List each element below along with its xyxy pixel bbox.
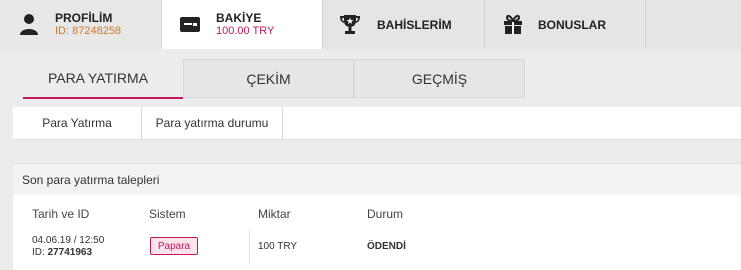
- row-status: ÖDENDİ: [367, 241, 406, 252]
- tab-my-bets-title: BAHİSLERİM: [377, 18, 452, 32]
- account-top-tabs: PROFİLİM ID: 87248258 BAKİYE 100.00 TRY …: [0, 0, 741, 49]
- tab-withdraw[interactable]: ÇEKİM: [183, 59, 354, 98]
- tab-history-label: GEÇMİŞ: [411, 71, 468, 87]
- payment-system-badge: Papara: [150, 237, 198, 255]
- tab-balance[interactable]: BAKİYE 100.00 TRY: [162, 0, 323, 49]
- row-amount: 100 TRY: [258, 241, 298, 252]
- tab-deposit-label: PARA YATIRMA: [47, 70, 149, 86]
- row-id: ID: 27741963: [32, 247, 92, 258]
- wallet-icon: [180, 17, 200, 32]
- tab-profile[interactable]: PROFİLİM ID: 87248258: [0, 0, 162, 48]
- deposit-inner-tabs: Para Yatırma Para yatırma durumu: [13, 107, 741, 140]
- user-icon: [20, 14, 38, 35]
- gift-icon: [504, 14, 522, 34]
- tab-balance-title: BAKİYE: [216, 11, 262, 25]
- balance-amount: 100.00 TRY: [216, 25, 275, 37]
- tab-my-bets[interactable]: BAHİSLERİM: [323, 0, 485, 48]
- recent-deposits-header: Son para yatırma talepleri: [13, 163, 741, 195]
- user-id: ID: 87248258: [55, 25, 122, 37]
- tab-history[interactable]: GEÇMİŞ: [354, 59, 525, 98]
- active-tab-underline: [23, 97, 183, 99]
- trophy-icon: [340, 15, 360, 34]
- column-date-id: Tarih ve ID: [32, 207, 90, 221]
- column-amount: Miktar: [258, 207, 291, 221]
- column-system: Sistem: [149, 207, 186, 221]
- tab-deposit[interactable]: PARA YATIRMA: [13, 59, 183, 99]
- recent-deposits-table: Tarih ve ID Sistem Miktar Durum 04.06.19…: [13, 195, 741, 270]
- tab-deposit-form-label: Para Yatırma: [42, 116, 112, 130]
- tab-profile-title: PROFİLİM: [55, 11, 113, 25]
- row-id-label: ID:: [32, 247, 45, 258]
- row-date: 04.06.19 / 12:50: [32, 235, 105, 246]
- tab-bonuses[interactable]: BONUSLAR: [485, 0, 646, 48]
- payment-section-tabs: PARA YATIRMA ÇEKİM GEÇMİŞ: [13, 59, 741, 99]
- recent-deposits-title: Son para yatırma talepleri: [22, 173, 160, 187]
- tab-bonuses-title: BONUSLAR: [538, 18, 606, 32]
- tab-deposit-status-label: Para yatırma durumu: [155, 116, 269, 130]
- tab-deposit-status[interactable]: Para yatırma durumu: [142, 107, 283, 139]
- tab-deposit-form[interactable]: Para Yatırma: [13, 107, 142, 139]
- column-status: Durum: [367, 207, 404, 221]
- row-id-value: 27741963: [47, 247, 93, 258]
- column-divider: [249, 230, 250, 264]
- tab-withdraw-label: ÇEKİM: [246, 71, 291, 87]
